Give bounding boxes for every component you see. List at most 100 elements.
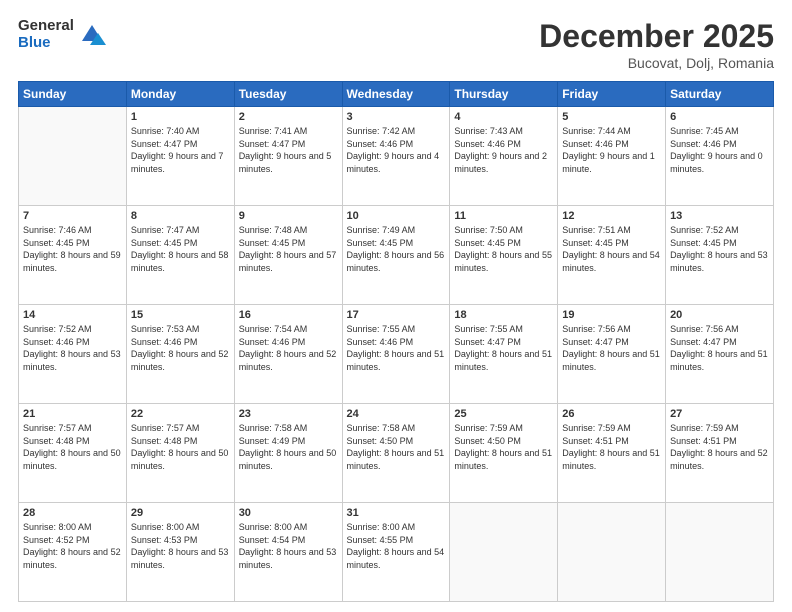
- day-number-22: 22: [131, 408, 230, 420]
- day-number-5: 5: [562, 111, 661, 123]
- day-number-23: 23: [239, 408, 338, 420]
- day-14: 14 Sunrise: 7:52 AM Sunset: 4:46 PM Dayl…: [19, 305, 127, 404]
- day-info-2: Sunrise: 7:41 AM Sunset: 4:47 PM Dayligh…: [239, 125, 338, 175]
- day-number-12: 12: [562, 210, 661, 222]
- empty-cell-w5-thu: [450, 503, 558, 602]
- day-number-15: 15: [131, 309, 230, 321]
- day-27: 27 Sunrise: 7:59 AM Sunset: 4:51 PM Dayl…: [666, 404, 774, 503]
- day-13: 13 Sunrise: 7:52 AM Sunset: 4:45 PM Dayl…: [666, 206, 774, 305]
- day-18: 18 Sunrise: 7:55 AM Sunset: 4:47 PM Dayl…: [450, 305, 558, 404]
- day-number-6: 6: [670, 111, 769, 123]
- day-number-3: 3: [347, 111, 446, 123]
- day-number-17: 17: [347, 309, 446, 321]
- day-25: 25 Sunrise: 7:59 AM Sunset: 4:50 PM Dayl…: [450, 404, 558, 503]
- day-19: 19 Sunrise: 7:56 AM Sunset: 4:47 PM Dayl…: [558, 305, 666, 404]
- day-info-5: Sunrise: 7:44 AM Sunset: 4:46 PM Dayligh…: [562, 125, 661, 175]
- title-area: December 2025 Bucovat, Dolj, Romania: [539, 18, 774, 71]
- day-4: 4 Sunrise: 7:43 AM Sunset: 4:46 PM Dayli…: [450, 107, 558, 206]
- header-friday: Friday: [558, 82, 666, 107]
- day-number-8: 8: [131, 210, 230, 222]
- day-5: 5 Sunrise: 7:44 AM Sunset: 4:46 PM Dayli…: [558, 107, 666, 206]
- day-number-13: 13: [670, 210, 769, 222]
- sunset-val-1: 4:47 PM: [164, 139, 198, 149]
- week-row-3: 14 Sunrise: 7:52 AM Sunset: 4:46 PM Dayl…: [19, 305, 774, 404]
- empty-cell-w5-sat: [666, 503, 774, 602]
- day-number-16: 16: [239, 309, 338, 321]
- logo: General Blue: [18, 18, 106, 51]
- day-number-10: 10: [347, 210, 446, 222]
- page: General Blue December 2025 Bucovat, Dolj…: [0, 0, 792, 612]
- day-6: 6 Sunrise: 7:45 AM Sunset: 4:46 PM Dayli…: [666, 107, 774, 206]
- day-29: 29 Sunrise: 8:00 AM Sunset: 4:53 PM Dayl…: [126, 503, 234, 602]
- day-12: 12 Sunrise: 7:51 AM Sunset: 4:45 PM Dayl…: [558, 206, 666, 305]
- day-number-4: 4: [454, 111, 553, 123]
- header-tuesday: Tuesday: [234, 82, 342, 107]
- day-3: 3 Sunrise: 7:42 AM Sunset: 4:46 PM Dayli…: [342, 107, 450, 206]
- logo-general: General: [18, 18, 74, 35]
- day-number-19: 19: [562, 309, 661, 321]
- day-number-29: 29: [131, 507, 230, 519]
- day-number-25: 25: [454, 408, 553, 420]
- logo-icon: [78, 21, 106, 49]
- day-15: 15 Sunrise: 7:53 AM Sunset: 4:46 PM Dayl…: [126, 305, 234, 404]
- day-10: 10 Sunrise: 7:49 AM Sunset: 4:45 PM Dayl…: [342, 206, 450, 305]
- day-number-31: 31: [347, 507, 446, 519]
- day-21: 21 Sunrise: 7:57 AM Sunset: 4:48 PM Dayl…: [19, 404, 127, 503]
- day-info-1: Sunrise: 7:40 AM Sunset: 4:47 PM Dayligh…: [131, 125, 230, 175]
- day-28: 28 Sunrise: 8:00 AM Sunset: 4:52 PM Dayl…: [19, 503, 127, 602]
- week-row-2: 7 Sunrise: 7:46 AM Sunset: 4:45 PM Dayli…: [19, 206, 774, 305]
- day-23: 23 Sunrise: 7:58 AM Sunset: 4:49 PM Dayl…: [234, 404, 342, 503]
- day-number-14: 14: [23, 309, 122, 321]
- location-subtitle: Bucovat, Dolj, Romania: [539, 55, 774, 71]
- week-row-5: 28 Sunrise: 8:00 AM Sunset: 4:52 PM Dayl…: [19, 503, 774, 602]
- day-2: 2 Sunrise: 7:41 AM Sunset: 4:47 PM Dayli…: [234, 107, 342, 206]
- empty-cell-w1: [19, 107, 127, 206]
- day-8: 8 Sunrise: 7:47 AM Sunset: 4:45 PM Dayli…: [126, 206, 234, 305]
- day-number-18: 18: [454, 309, 553, 321]
- calendar-table: Sunday Monday Tuesday Wednesday Thursday…: [18, 81, 774, 602]
- daylight-label-1: Daylight:: [131, 151, 169, 161]
- day-number-28: 28: [23, 507, 122, 519]
- weekday-header-row: Sunday Monday Tuesday Wednesday Thursday…: [19, 82, 774, 107]
- day-number-30: 30: [239, 507, 338, 519]
- day-26: 26 Sunrise: 7:59 AM Sunset: 4:51 PM Dayl…: [558, 404, 666, 503]
- day-31: 31 Sunrise: 8:00 AM Sunset: 4:55 PM Dayl…: [342, 503, 450, 602]
- week-row-4: 21 Sunrise: 7:57 AM Sunset: 4:48 PM Dayl…: [19, 404, 774, 503]
- month-title: December 2025: [539, 18, 774, 55]
- day-info-4: Sunrise: 7:43 AM Sunset: 4:46 PM Dayligh…: [454, 125, 553, 175]
- day-7: 7 Sunrise: 7:46 AM Sunset: 4:45 PM Dayli…: [19, 206, 127, 305]
- day-info-3: Sunrise: 7:42 AM Sunset: 4:46 PM Dayligh…: [347, 125, 446, 175]
- week-row-1: 1 Sunrise: 7:40 AM Sunset: 4:47 PM Dayli…: [19, 107, 774, 206]
- day-20: 20 Sunrise: 7:56 AM Sunset: 4:47 PM Dayl…: [666, 305, 774, 404]
- day-22: 22 Sunrise: 7:57 AM Sunset: 4:48 PM Dayl…: [126, 404, 234, 503]
- sunrise-val-1: 7:40 AM: [166, 126, 199, 136]
- header-saturday: Saturday: [666, 82, 774, 107]
- day-number-11: 11: [454, 210, 553, 222]
- day-number-7: 7: [23, 210, 122, 222]
- header-monday: Monday: [126, 82, 234, 107]
- day-24: 24 Sunrise: 7:58 AM Sunset: 4:50 PM Dayl…: [342, 404, 450, 503]
- logo-blue: Blue: [18, 35, 74, 52]
- day-9: 9 Sunrise: 7:48 AM Sunset: 4:45 PM Dayli…: [234, 206, 342, 305]
- day-number-9: 9: [239, 210, 338, 222]
- day-30: 30 Sunrise: 8:00 AM Sunset: 4:54 PM Dayl…: [234, 503, 342, 602]
- day-16: 16 Sunrise: 7:54 AM Sunset: 4:46 PM Dayl…: [234, 305, 342, 404]
- header: General Blue December 2025 Bucovat, Dolj…: [18, 18, 774, 71]
- header-wednesday: Wednesday: [342, 82, 450, 107]
- day-info-6: Sunrise: 7:45 AM Sunset: 4:46 PM Dayligh…: [670, 125, 769, 175]
- header-sunday: Sunday: [19, 82, 127, 107]
- day-number-1: 1: [131, 111, 230, 123]
- day-17: 17 Sunrise: 7:55 AM Sunset: 4:46 PM Dayl…: [342, 305, 450, 404]
- day-number-2: 2: [239, 111, 338, 123]
- day-number-27: 27: [670, 408, 769, 420]
- day-number-20: 20: [670, 309, 769, 321]
- day-number-21: 21: [23, 408, 122, 420]
- empty-cell-w5-fri: [558, 503, 666, 602]
- day-number-26: 26: [562, 408, 661, 420]
- sunrise-label-1: Sunrise:: [131, 126, 167, 136]
- day-1: 1 Sunrise: 7:40 AM Sunset: 4:47 PM Dayli…: [126, 107, 234, 206]
- header-thursday: Thursday: [450, 82, 558, 107]
- day-11: 11 Sunrise: 7:50 AM Sunset: 4:45 PM Dayl…: [450, 206, 558, 305]
- day-number-24: 24: [347, 408, 446, 420]
- sunset-label-1: Sunset:: [131, 139, 164, 149]
